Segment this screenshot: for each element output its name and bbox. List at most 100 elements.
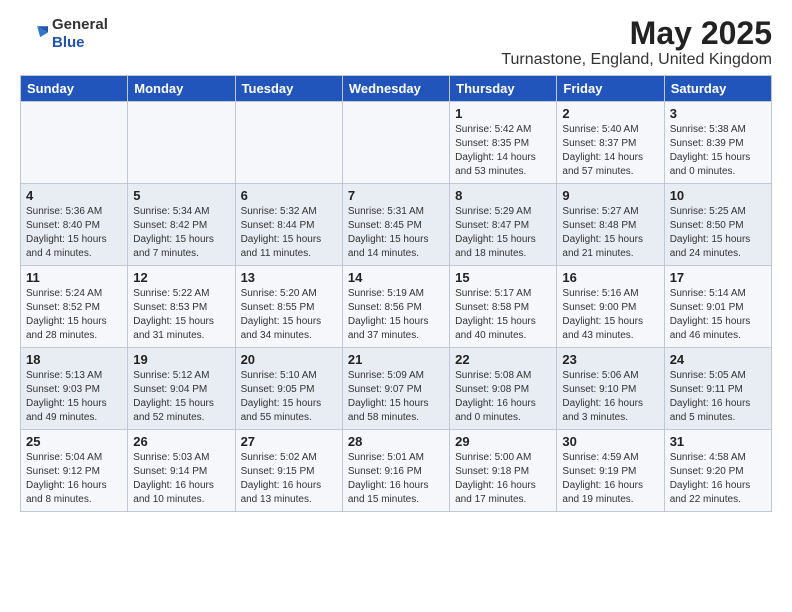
cell-content: Sunrise: 5:20 AM Sunset: 8:55 PM Dayligh… xyxy=(241,287,337,343)
calendar-cell: 3Sunrise: 5:38 AM Sunset: 8:39 PM Daylig… xyxy=(664,102,771,184)
month-year: May 2025 xyxy=(501,16,772,51)
week-row-3: 11Sunrise: 5:24 AM Sunset: 8:52 PM Dayli… xyxy=(21,266,772,348)
calendar-cell xyxy=(21,102,128,184)
cell-content: Sunrise: 5:42 AM Sunset: 8:35 PM Dayligh… xyxy=(455,123,551,179)
logo-general: General xyxy=(52,16,108,33)
cell-content: Sunrise: 5:01 AM Sunset: 9:16 PM Dayligh… xyxy=(348,451,444,507)
day-number: 28 xyxy=(348,434,444,449)
calendar-cell: 4Sunrise: 5:36 AM Sunset: 8:40 PM Daylig… xyxy=(21,184,128,266)
cell-content: Sunrise: 5:25 AM Sunset: 8:50 PM Dayligh… xyxy=(670,205,766,261)
location: Turnastone, England, United Kingdom xyxy=(501,51,772,69)
cell-content: Sunrise: 4:59 AM Sunset: 9:19 PM Dayligh… xyxy=(562,451,658,507)
calendar-cell: 22 Sunrise: 5:08 AM Sunset: 9:08 PM Dayli… xyxy=(450,348,557,430)
calendar-cell xyxy=(128,102,235,184)
day-number: 14 xyxy=(348,270,444,285)
calendar-cell: 17 Sunrise: 5:14 AM Sunset: 9:01 PM Dayli… xyxy=(664,266,771,348)
calendar-table: SundayMondayTuesdayWednesdayThursdayFrid… xyxy=(20,75,772,512)
cell-content: Sunrise: 5:14 AM Sunset: 9:01 PM Dayligh… xyxy=(670,287,766,343)
day-number: 18 xyxy=(26,352,122,367)
day-number: 6 xyxy=(241,188,337,203)
cell-content: Sunrise: 5:19 AM Sunset: 8:56 PM Dayligh… xyxy=(348,287,444,343)
cell-content: Sunrise: 5:06 AM Sunset: 9:10 PM Dayligh… xyxy=(562,369,658,425)
logo: General Blue xyxy=(20,16,108,52)
day-number: 25 xyxy=(26,434,122,449)
calendar-cell: 20Sunrise: 5:10 AM Sunset: 9:05 PM Dayli… xyxy=(235,348,342,430)
weekday-header-friday: Friday xyxy=(557,76,664,102)
calendar-cell: 21 Sunrise: 5:09 AM Sunset: 9:07 PM Dayli… xyxy=(342,348,449,430)
week-row-2: 4Sunrise: 5:36 AM Sunset: 8:40 PM Daylig… xyxy=(21,184,772,266)
calendar-cell: 14 Sunrise: 5:19 AM Sunset: 8:56 PM Dayli… xyxy=(342,266,449,348)
day-number: 12 xyxy=(133,270,229,285)
day-number: 29 xyxy=(455,434,551,449)
calendar-cell: 26Sunrise: 5:03 AM Sunset: 9:14 PM Dayli… xyxy=(128,430,235,512)
title-block: May 2025 Turnastone, England, United Kin… xyxy=(501,16,772,69)
day-number: 17 xyxy=(670,270,766,285)
calendar-cell: 28 Sunrise: 5:01 AM Sunset: 9:16 PM Dayli… xyxy=(342,430,449,512)
cell-content: Sunrise: 5:40 AM Sunset: 8:37 PM Dayligh… xyxy=(562,123,658,179)
weekday-header-row: SundayMondayTuesdayWednesdayThursdayFrid… xyxy=(21,76,772,102)
calendar-cell: 25 Sunrise: 5:04 AM Sunset: 9:12 PM Dayli… xyxy=(21,430,128,512)
day-number: 1 xyxy=(455,106,551,121)
calendar-cell: 8Sunrise: 5:29 AM Sunset: 8:47 PM Daylig… xyxy=(450,184,557,266)
calendar-cell: 7Sunrise: 5:31 AM Sunset: 8:45 PM Daylig… xyxy=(342,184,449,266)
day-number: 27 xyxy=(241,434,337,449)
cell-content: Sunrise: 5:32 AM Sunset: 8:44 PM Dayligh… xyxy=(241,205,337,261)
calendar-cell: 27 Sunrise: 5:02 AM Sunset: 9:15 PM Dayli… xyxy=(235,430,342,512)
logo-text: General Blue xyxy=(52,16,108,52)
day-number: 24 xyxy=(670,352,766,367)
day-number: 26 xyxy=(133,434,229,449)
logo-blue: Blue xyxy=(52,34,85,51)
day-number: 16 xyxy=(562,270,658,285)
cell-content: Sunrise: 5:22 AM Sunset: 8:53 PM Dayligh… xyxy=(133,287,229,343)
calendar-cell: 29Sunrise: 5:00 AM Sunset: 9:18 PM Dayli… xyxy=(450,430,557,512)
calendar-cell: 31 Sunrise: 4:58 AM Sunset: 9:20 PM Dayli… xyxy=(664,430,771,512)
calendar-cell: 1 Sunrise: 5:42 AM Sunset: 8:35 PM Daylig… xyxy=(450,102,557,184)
cell-content: Sunrise: 5:16 AM Sunset: 9:00 PM Dayligh… xyxy=(562,287,658,343)
cell-content: Sunrise: 5:12 AM Sunset: 9:04 PM Dayligh… xyxy=(133,369,229,425)
calendar-cell: 15Sunrise: 5:17 AM Sunset: 8:58 PM Dayli… xyxy=(450,266,557,348)
calendar-cell xyxy=(342,102,449,184)
weekday-header-wednesday: Wednesday xyxy=(342,76,449,102)
calendar-cell: 9Sunrise: 5:27 AM Sunset: 8:48 PM Daylig… xyxy=(557,184,664,266)
cell-content: Sunrise: 5:08 AM Sunset: 9:08 PM Dayligh… xyxy=(455,369,551,425)
cell-content: Sunrise: 5:04 AM Sunset: 9:12 PM Dayligh… xyxy=(26,451,122,507)
logo-icon xyxy=(20,20,48,48)
day-number: 9 xyxy=(562,188,658,203)
day-number: 22 xyxy=(455,352,551,367)
day-number: 31 xyxy=(670,434,766,449)
day-number: 21 xyxy=(348,352,444,367)
calendar-cell: 13 Sunrise: 5:20 AM Sunset: 8:55 PM Dayli… xyxy=(235,266,342,348)
day-number: 13 xyxy=(241,270,337,285)
cell-content: Sunrise: 5:31 AM Sunset: 8:45 PM Dayligh… xyxy=(348,205,444,261)
calendar-cell: 11Sunrise: 5:24 AM Sunset: 8:52 PM Dayli… xyxy=(21,266,128,348)
calendar-cell: 10Sunrise: 5:25 AM Sunset: 8:50 PM Dayli… xyxy=(664,184,771,266)
calendar-cell: 30 Sunrise: 4:59 AM Sunset: 9:19 PM Dayli… xyxy=(557,430,664,512)
day-number: 30 xyxy=(562,434,658,449)
cell-content: Sunrise: 5:10 AM Sunset: 9:05 PM Dayligh… xyxy=(241,369,337,425)
cell-content: Sunrise: 5:38 AM Sunset: 8:39 PM Dayligh… xyxy=(670,123,766,179)
calendar-cell: 23 Sunrise: 5:06 AM Sunset: 9:10 PM Dayli… xyxy=(557,348,664,430)
day-number: 15 xyxy=(455,270,551,285)
day-number: 19 xyxy=(133,352,229,367)
cell-content: Sunrise: 4:58 AM Sunset: 9:20 PM Dayligh… xyxy=(670,451,766,507)
cell-content: Sunrise: 5:13 AM Sunset: 9:03 PM Dayligh… xyxy=(26,369,122,425)
calendar-cell: 2 Sunrise: 5:40 AM Sunset: 8:37 PM Daylig… xyxy=(557,102,664,184)
day-number: 2 xyxy=(562,106,658,121)
cell-content: Sunrise: 5:09 AM Sunset: 9:07 PM Dayligh… xyxy=(348,369,444,425)
day-number: 23 xyxy=(562,352,658,367)
calendar-cell: 16 Sunrise: 5:16 AM Sunset: 9:00 PM Dayli… xyxy=(557,266,664,348)
calendar-cell: 18 Sunrise: 5:13 AM Sunset: 9:03 PM Dayli… xyxy=(21,348,128,430)
weekday-header-sunday: Sunday xyxy=(21,76,128,102)
calendar-cell: 19 Sunrise: 5:12 AM Sunset: 9:04 PM Dayli… xyxy=(128,348,235,430)
cell-content: Sunrise: 5:05 AM Sunset: 9:11 PM Dayligh… xyxy=(670,369,766,425)
calendar-cell: 5Sunrise: 5:34 AM Sunset: 8:42 PM Daylig… xyxy=(128,184,235,266)
week-row-1: 1 Sunrise: 5:42 AM Sunset: 8:35 PM Daylig… xyxy=(21,102,772,184)
calendar-cell: 6 Sunrise: 5:32 AM Sunset: 8:44 PM Daylig… xyxy=(235,184,342,266)
cell-content: Sunrise: 5:36 AM Sunset: 8:40 PM Dayligh… xyxy=(26,205,122,261)
week-row-5: 25 Sunrise: 5:04 AM Sunset: 9:12 PM Dayli… xyxy=(21,430,772,512)
day-number: 11 xyxy=(26,270,122,285)
day-number: 8 xyxy=(455,188,551,203)
weekday-header-thursday: Thursday xyxy=(450,76,557,102)
weekday-header-saturday: Saturday xyxy=(664,76,771,102)
cell-content: Sunrise: 5:02 AM Sunset: 9:15 PM Dayligh… xyxy=(241,451,337,507)
